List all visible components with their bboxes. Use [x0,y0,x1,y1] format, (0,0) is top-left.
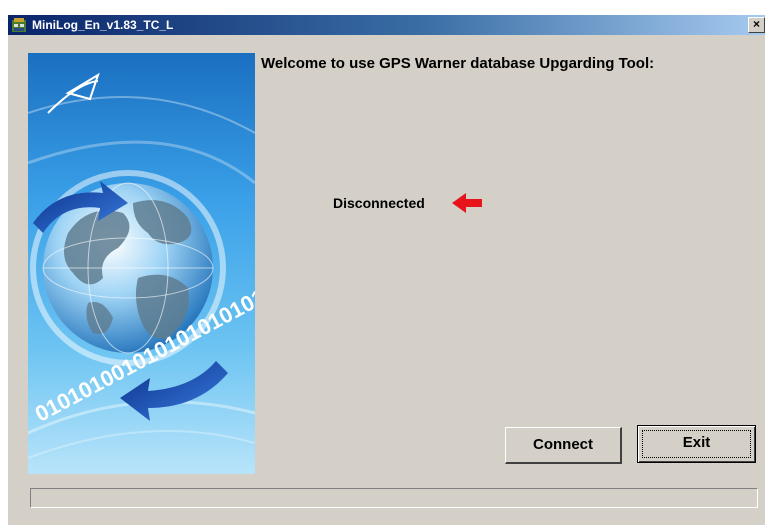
connection-status: Disconnected [333,195,425,211]
globe-banner-image: 01010100101010101010100 [28,53,255,474]
app-window: MiniLog_En_v1.83_TC_L × 0101010010101010… [8,15,765,525]
red-left-arrow-icon [452,193,482,213]
connect-button[interactable]: Connect [505,427,622,464]
globe-icon: 01010100101010101010100 [28,53,255,474]
app-icon [12,18,26,32]
progress-bar [30,488,758,508]
exit-button-label: Exit [682,434,711,451]
welcome-heading: Welcome to use GPS Warner database Upgar… [261,55,655,72]
window-title: MiniLog_En_v1.83_TC_L [32,18,174,32]
close-button[interactable]: × [748,17,765,33]
title-bar[interactable]: MiniLog_En_v1.83_TC_L × [8,15,765,35]
exit-button[interactable]: Exit [637,425,756,463]
